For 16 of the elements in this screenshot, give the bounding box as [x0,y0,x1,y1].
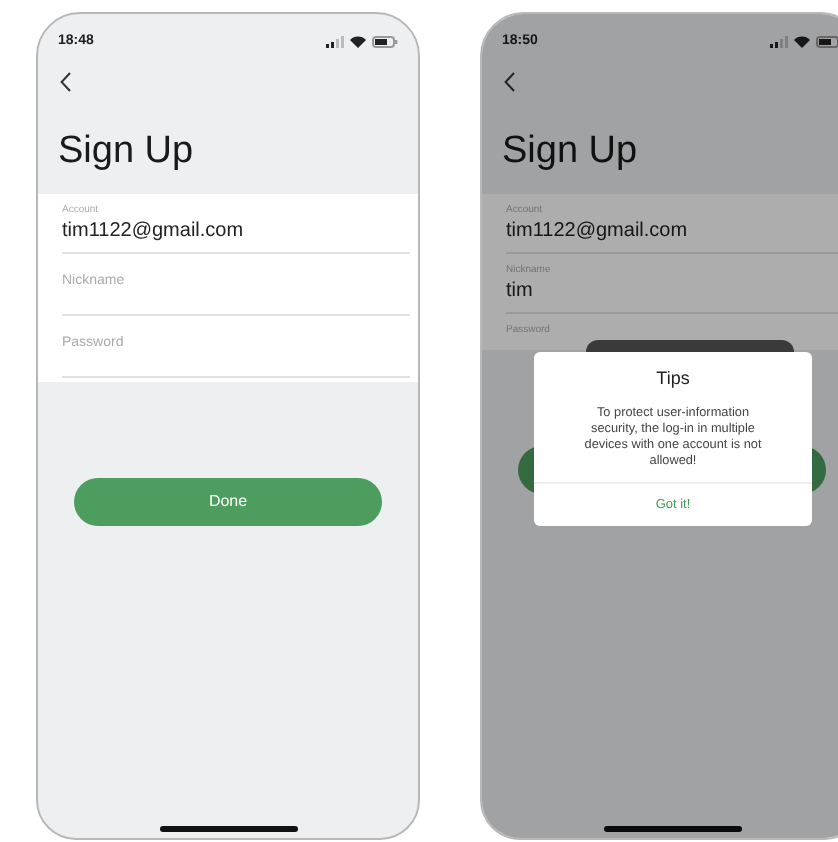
wifi-icon [794,36,810,49]
input-field[interactable]: tim1122@gmail.com [506,217,838,243]
signal-icon [326,36,344,49]
page-title: Sign Up [500,127,640,175]
battery-icon [372,36,398,49]
page-title: Sign Up [56,127,196,175]
input-field[interactable]: tim1122@gmail.com [62,217,410,243]
battery-icon [816,36,838,49]
input-field[interactable]: tim [506,277,838,303]
wifi-icon [350,36,366,49]
back-icon[interactable] [504,71,516,91]
home-indicator [159,826,297,832]
home-indicator [603,826,741,832]
signal-icon [770,36,788,49]
back-icon[interactable] [60,71,72,91]
dialog-title: Tips [656,366,690,392]
